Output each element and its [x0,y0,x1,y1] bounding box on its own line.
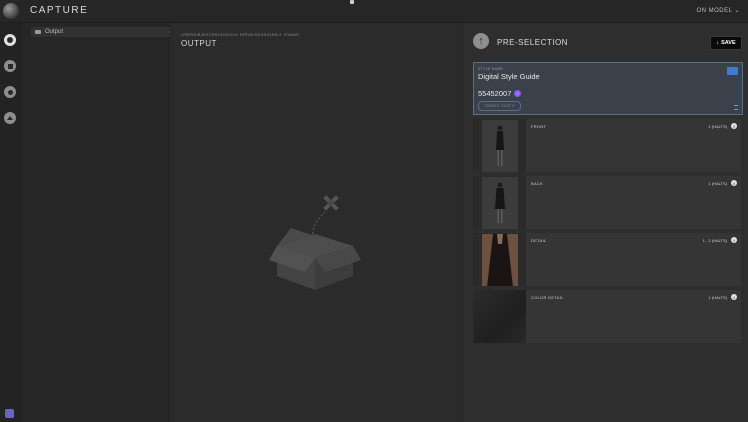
empty-box-icon [269,195,361,290]
photo-placeholder [481,119,518,172]
mode-dropdown[interactable]: ON MODEL ⌄ [696,7,740,14]
info-icon[interactable]: i [731,294,737,300]
save-button[interactable]: ↓ SAVE [710,36,742,50]
shot-row-detail[interactable]: DETAIL 1 - 2 (HALTS) i [473,233,741,286]
folder-icon [7,63,13,69]
output-title: OUTPUT [181,39,217,48]
left-rail [0,23,21,422]
style-badge-icon: ✓ [514,90,522,97]
style-card[interactable]: STYLE NAME Digital Style Guide 55452007 … [473,62,743,115]
info-icon[interactable]: i [731,123,737,129]
output-panel: USERS/BJESTER/GOOGLE DRIVE/SESSIONS/J. E… [170,23,460,422]
style-name: Digital Style Guide [478,72,540,81]
shot-thumbnail [473,290,526,343]
pre-selection-title: PRE-SELECTION [497,38,568,47]
shot-row-front[interactable]: FRONT 1 (HALTS) i [473,119,741,172]
style-number-value: 55452007 [478,89,512,98]
info-icon[interactable]: i [731,237,737,243]
rail-capture-button[interactable] [4,34,16,46]
folder-tree: Output [21,23,171,422]
model-figure-icon [486,233,513,286]
shot-label: BACK [531,181,544,186]
save-button-label: SAVE [721,40,736,46]
capture-icon [7,37,13,43]
chevron-down-icon: ⌄ [734,8,740,14]
upload-icon [7,116,13,120]
shot-thumbnail [473,176,526,229]
grip-icon[interactable] [734,105,738,110]
photo-placeholder [473,290,526,343]
folder-item-label: Output [45,29,64,35]
eye-icon [7,89,13,95]
user-avatar-icon[interactable] [5,409,14,418]
app-title: CAPTURE [30,5,89,16]
folder-item-output[interactable]: Output [31,27,171,37]
style-number: 55452007 ✓ [478,89,522,98]
shot-label: FRONT [531,124,547,129]
photo-placeholder [481,233,518,286]
rail-folder-button[interactable] [4,60,16,72]
top-bar: CAPTURE ON MODEL ⌄ [0,0,748,23]
output-path: USERS/BJESTER/GOOGLE DRIVE/SESSIONS/J. E… [181,32,300,37]
download-icon: ↓ [716,40,720,46]
shot-thumbnail [473,233,526,286]
app-logo-icon [3,3,19,19]
rail-upload-button[interactable] [4,112,16,124]
rail-eye-button[interactable] [4,86,16,98]
folder-icon [35,30,41,34]
pre-selection-panel: ↑ PRE-SELECTION ↓ SAVE STYLE NAME Digital… [462,23,748,422]
shot-count: 1 - 2 (HALTS) [702,238,727,243]
shot-row-color-detail[interactable]: COLOR DETAIL 1 (HALTS) i [473,290,741,343]
model-figure-icon [494,182,505,223]
style-name-label: STYLE NAME [478,67,504,71]
info-icon[interactable]: i [731,180,737,186]
barcode-icon[interactable] [727,67,738,75]
shot-row-back[interactable]: BACK 1 (HALTS) i [473,176,741,229]
shot-count: 1 (HALTS) [708,181,727,186]
create-outfit-button[interactable]: CREATE OUTFIT [478,101,522,111]
shot-thumbnail [473,119,526,172]
shot-count: 1 (HALTS) [708,124,727,129]
mode-label: ON MODEL [696,8,733,14]
mouse-cursor-icon [350,0,354,4]
model-figure-icon [495,125,504,166]
shot-count: 1 (HALTS) [708,295,727,300]
shot-label: COLOR DETAIL [531,295,564,300]
shot-label: DETAIL [531,238,547,243]
arrow-up-icon[interactable]: ↑ [473,33,489,49]
photo-placeholder [481,176,518,229]
